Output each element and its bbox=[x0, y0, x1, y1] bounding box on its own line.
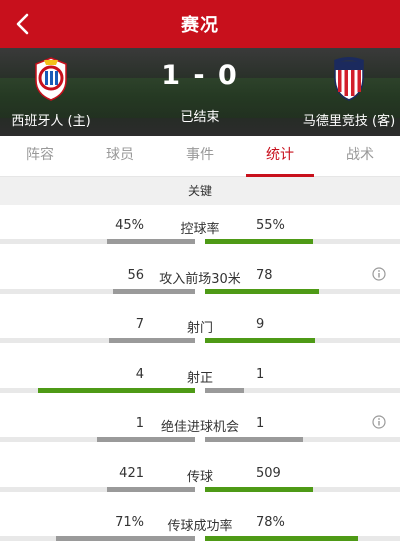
stat-home-bar-fill bbox=[38, 387, 195, 393]
tab-bar: 阵容 球员 事件 统计 战术 bbox=[0, 136, 400, 177]
tab-events[interactable]: 事件 bbox=[160, 136, 240, 176]
stat-row: 421 传球 509 bbox=[0, 453, 400, 503]
stat-away-value: 9 bbox=[256, 317, 265, 332]
section-header: 关键 bbox=[0, 177, 400, 205]
stat-away-value: 1 bbox=[256, 366, 265, 382]
stat-away-bar-fill bbox=[205, 536, 358, 541]
match-header: 西班牙人 (主) 1 - 0 已结束 马德里竞技 (客) bbox=[0, 48, 400, 136]
atletico-crest-icon bbox=[334, 57, 364, 101]
stat-label: 射门 bbox=[186, 321, 213, 336]
stat-label: 射正 bbox=[186, 370, 213, 386]
stat-away-bar bbox=[205, 239, 400, 244]
back-arrow-icon[interactable] bbox=[10, 10, 38, 38]
stat-away-value: 78% bbox=[256, 515, 285, 530]
stat-home-bar bbox=[0, 338, 195, 343]
stat-away-bar-fill bbox=[205, 387, 245, 393]
stat-label: 绝佳进球机会 bbox=[160, 420, 239, 435]
stat-row: 1 绝佳进球机会 1 bbox=[0, 403, 400, 453]
stat-away-value: 1 bbox=[256, 416, 265, 431]
stat-home-bar-fill bbox=[106, 486, 195, 492]
stat-away-bar bbox=[205, 536, 400, 541]
stat-label: 传球 bbox=[186, 469, 213, 485]
stat-label: 传球成功率 bbox=[167, 519, 233, 534]
stat-label: 控球率 bbox=[180, 222, 220, 237]
top-bar: 赛况 bbox=[0, 0, 400, 48]
stat-home-bar-fill bbox=[108, 338, 195, 343]
away-team-name: 马德里竞技 (客) bbox=[302, 114, 396, 129]
info-icon[interactable] bbox=[372, 266, 386, 281]
tab-stats[interactable]: 统计 bbox=[240, 136, 320, 177]
stat-home-bar bbox=[0, 486, 195, 492]
stat-home-bar bbox=[0, 387, 195, 393]
stat-row: 56 攻入前场30米 78 bbox=[0, 255, 400, 305]
stat-away-bar bbox=[205, 437, 400, 442]
stat-row: 7 射门 9 bbox=[0, 304, 400, 354]
page-title: 赛况 bbox=[181, 15, 219, 36]
tab-lineup[interactable]: 阵容 bbox=[0, 136, 80, 176]
stat-away-bar-fill bbox=[205, 338, 315, 343]
stat-away-bar-fill bbox=[205, 239, 313, 244]
stat-away-bar bbox=[205, 387, 400, 393]
stat-away-value: 509 bbox=[256, 465, 281, 481]
stat-away-bar bbox=[205, 486, 400, 492]
stat-home-bar-fill bbox=[106, 239, 195, 244]
away-team[interactable]: 马德里竞技 (客) bbox=[284, 56, 400, 129]
tab-tactics[interactable]: 战术 bbox=[320, 136, 400, 176]
stat-away-bar bbox=[205, 338, 400, 343]
stat-row: 45% 控球率 55% bbox=[0, 205, 400, 255]
stat-row: 71% 传球成功率 78% bbox=[0, 502, 400, 552]
stat-label: 攻入前场30米 bbox=[159, 271, 241, 287]
tab-players[interactable]: 球员 bbox=[80, 136, 160, 176]
stat-away-bar bbox=[205, 288, 400, 294]
stats-list: 45% 控球率 55% 56 攻入前场30米 78 7 射门 9 4 射正 1 1 绝佳进球机会 1 421 传… bbox=[0, 205, 400, 552]
stat-home-bar bbox=[0, 288, 195, 294]
stat-home-bar bbox=[0, 437, 195, 442]
stat-row: 4 射正 1 bbox=[0, 354, 400, 404]
info-icon[interactable] bbox=[372, 415, 386, 429]
stat-away-value: 78 bbox=[256, 267, 273, 283]
stat-home-bar bbox=[0, 536, 195, 541]
stat-home-bar-fill bbox=[55, 536, 195, 541]
stat-away-bar-fill bbox=[205, 437, 303, 442]
stat-home-bar-fill bbox=[112, 288, 195, 294]
stat-home-bar bbox=[0, 239, 195, 244]
stat-away-bar-fill bbox=[205, 288, 319, 294]
stat-away-bar-fill bbox=[205, 486, 313, 492]
stat-home-bar-fill bbox=[97, 437, 195, 442]
stat-away-value: 55% bbox=[256, 218, 285, 233]
